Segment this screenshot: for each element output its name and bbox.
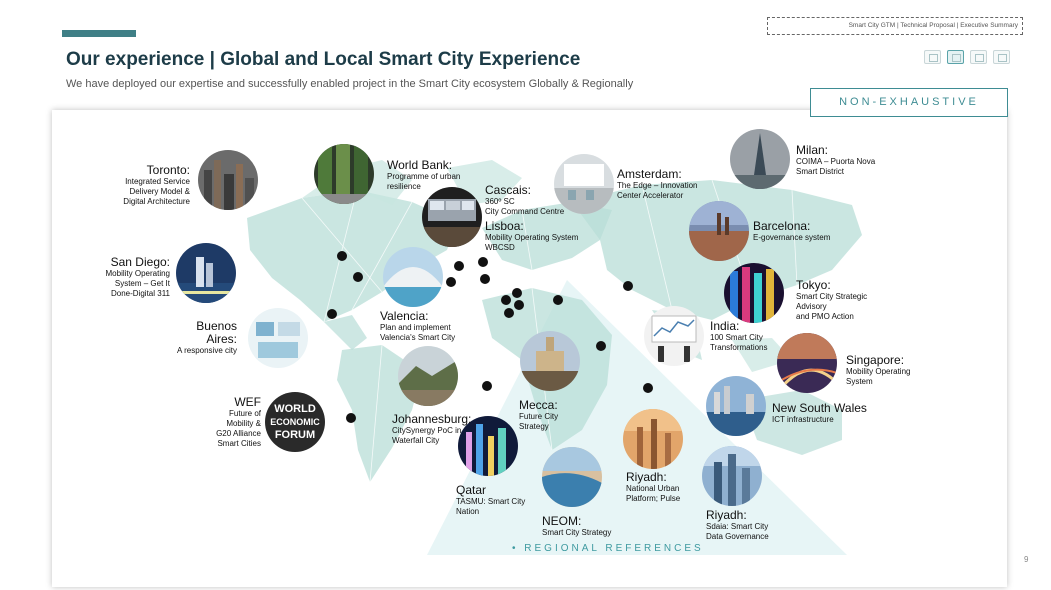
- tokyo-photo: [724, 263, 784, 323]
- location-dot: [514, 300, 524, 310]
- sandiego-photo: [176, 243, 236, 303]
- slide-toolbar: [924, 50, 1010, 64]
- location-dot: [478, 257, 488, 267]
- document-icon[interactable]: [947, 50, 964, 64]
- person-icon[interactable]: [993, 50, 1010, 64]
- location-dot: [337, 251, 347, 261]
- nsw-photo: [706, 376, 766, 436]
- riyadh-photo: [623, 409, 683, 469]
- label-valencia: Valencia: Plan and implement Valencia's …: [380, 309, 456, 343]
- location-dot: [446, 277, 456, 287]
- location-dot: [596, 341, 606, 351]
- location-dot: [553, 295, 563, 305]
- worldbank-photo: [314, 144, 374, 204]
- label-riyadh: Riyadh: National Urban Platform; Pulse: [626, 470, 681, 504]
- location-dot: [454, 261, 464, 271]
- riyadh-sdaia-photo: [702, 446, 762, 506]
- label-johannesburg: Johannesburg: CitySynergy PoC in Waterfa…: [392, 412, 472, 446]
- wef-logo: WORLD ECONOMIC FORUM: [265, 392, 325, 452]
- svg-text:ECONOMIC: ECONOMIC: [270, 417, 320, 427]
- label-neom: NEOM: Smart City Strategy: [542, 514, 612, 538]
- label-buenosaires: Buenos Aires: A responsive city: [176, 319, 237, 356]
- svg-text:WORLD: WORLD: [274, 403, 316, 415]
- page-title: Our experience | Global and Local Smart …: [66, 49, 581, 70]
- india-photo: [644, 306, 704, 366]
- label-mecca: Mecca: Future City Strategy: [519, 398, 559, 432]
- label-lisboa: Lisboa: Mobility Operating System WBCSD: [485, 219, 579, 253]
- buenosaires-photo: [248, 308, 308, 368]
- label-milan: Milan: COIMA – Puorta Nova Smart Distric…: [796, 143, 876, 177]
- accent-bar: [62, 30, 136, 37]
- location-dot: [643, 383, 653, 393]
- location-dot: [501, 295, 511, 305]
- label-qatar: Qatar TASMU: Smart City Nation: [456, 483, 526, 517]
- label-cascais: Cascais: 360º SC City Command Centre: [485, 183, 565, 217]
- location-dot: [327, 309, 337, 319]
- slide: Smart City GTM | Technical Proposal | Ex…: [0, 0, 1051, 590]
- label-nsw: New South Wales ICT infrastructure: [772, 401, 867, 425]
- valencia-photo: [383, 247, 443, 307]
- label-worldbank: World Bank: Programme of urban resilienc…: [387, 158, 461, 192]
- label-wef: WEF Future of Mobility & G20 Alliance Sm…: [216, 395, 261, 449]
- mecca-photo: [520, 331, 580, 391]
- page-subtitle: We have deployed our expertise and succe…: [66, 78, 634, 90]
- milan-photo: [730, 129, 790, 189]
- johannesburg-photo: [398, 346, 458, 406]
- barcelona-photo: [689, 201, 749, 261]
- image-icon[interactable]: [924, 50, 941, 64]
- map-panel: WORLD ECONOMIC FORUM Toronto: Integrated…: [52, 110, 1007, 587]
- non-exhaustive-badge: NON-EXHAUSTIVE: [810, 88, 1008, 117]
- singapore-photo: [777, 333, 837, 393]
- label-riyadh-sdaia: Riyadh: Sdaia: Smart City Data Governanc…: [706, 508, 769, 542]
- label-sandiego: San Diego: Mobility Operating System – G…: [105, 255, 170, 299]
- location-dot: [482, 381, 492, 391]
- page-number: 9: [1024, 555, 1029, 564]
- location-dot: [480, 274, 490, 284]
- location-dot: [623, 281, 633, 291]
- label-tokyo: Tokyo: Smart City Strategic Advisory and…: [796, 278, 868, 322]
- toronto-photo: [198, 150, 258, 210]
- image-icon[interactable]: [970, 50, 987, 64]
- regional-references-label: • REGIONAL REFERENCES: [512, 543, 704, 554]
- location-dot: [512, 288, 522, 298]
- label-amsterdam: Amsterdam: The Edge – Innovation Center …: [617, 167, 698, 201]
- label-singapore: Singapore: Mobility Operating System: [846, 353, 911, 387]
- cascais-photo: [422, 187, 482, 247]
- label-barcelona: Barcelona: E-governance system: [753, 219, 831, 243]
- location-dot: [346, 413, 356, 423]
- location-dot: [504, 308, 514, 318]
- neom-photo: [542, 447, 602, 507]
- document-tag: Smart City GTM | Technical Proposal | Ex…: [767, 17, 1023, 35]
- location-dot: [353, 272, 363, 282]
- label-toronto: Toronto: Integrated Service Delivery Mod…: [123, 163, 190, 207]
- label-india: India: 100 Smart City Transformations: [710, 319, 768, 353]
- svg-text:FORUM: FORUM: [275, 429, 315, 441]
